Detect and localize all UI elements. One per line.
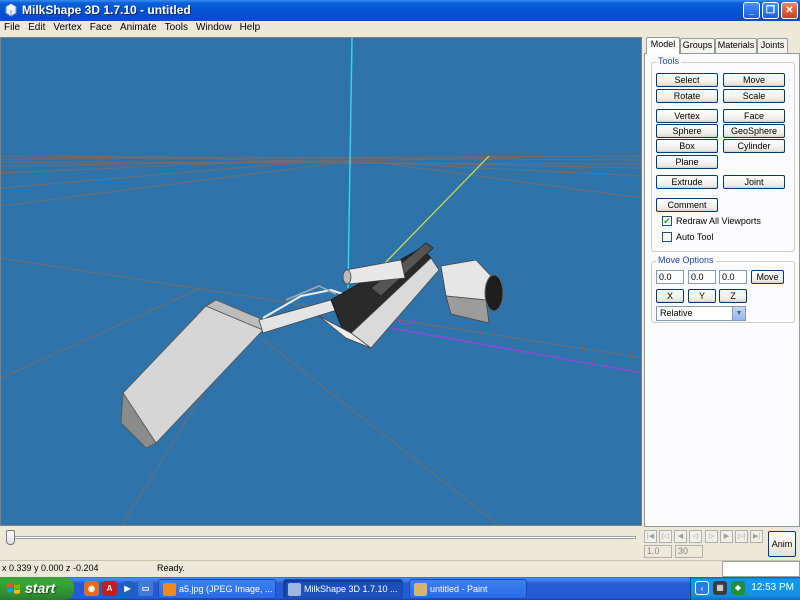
milkshape-app-icon [5,3,17,17]
move-z-input[interactable]: 0.0 [719,270,747,284]
tab-materials[interactable]: Materials [715,38,757,53]
tab-joints[interactable]: Joints [757,38,788,53]
face-button[interactable]: Face [723,109,785,123]
media-player-icon[interactable]: ▶ [120,581,135,596]
cursor-coordinates: x 0.339 y 0.000 z -0.204 [2,563,99,573]
task-label: MilkShape 3D 1.7.10 ... [304,584,398,594]
firefox-task-icon [163,583,176,596]
menu-face[interactable]: Face [86,21,116,33]
crossbow-model[interactable] [120,242,504,449]
rotate-button[interactable]: Rotate [656,89,718,103]
redraw-all-checkbox[interactable]: ✔ [662,216,672,226]
model-tab-body: Tools Select Move Rotate Scale Vertex Fa… [644,53,800,527]
next-frame-button[interactable]: ▷ [705,530,718,543]
axis-y-button[interactable]: Y [688,289,716,303]
timeline-slider-thumb[interactable] [6,530,15,545]
task-milkshape[interactable]: MilkShape 3D 1.7.10 ... [283,579,403,599]
close-button[interactable]: ✕ [781,2,798,19]
show-desktop-icon[interactable]: ▭ [138,581,153,596]
plane-button[interactable]: Plane [656,155,718,169]
axis-z-button[interactable]: Z [719,289,747,303]
move-options-legend: Move Options [656,255,716,265]
task-label: a5.jpg (JPEG Image, ... [179,584,273,594]
cylinder-button[interactable]: Cylinder [723,139,785,153]
status-bar: x 0.339 y 0.000 z -0.204 Ready. [0,560,800,577]
title-bar: MilkShape 3D 1.7.10 - untitled _ ❐ ✕ [0,0,800,21]
total-frames-field[interactable]: 30 [675,545,703,558]
viewport-scene [1,38,641,525]
move-mode-value: Relative [660,308,693,318]
move-tool-button[interactable]: Move [723,73,785,87]
menu-edit[interactable]: Edit [24,21,49,33]
geosphere-button[interactable]: GeoSphere [723,124,785,138]
minimize-button[interactable]: _ [743,2,760,19]
menu-help[interactable]: Help [236,21,265,33]
last-frame-button[interactable]: ▶| [750,530,763,543]
tools-legend: Tools [656,56,682,66]
timeline-slider-track[interactable] [8,536,636,539]
extrude-button[interactable]: Extrude [656,175,718,189]
panel-tabs: Model Groups Materials Joints [644,37,800,54]
prev-key-button[interactable]: |◁ [659,530,672,543]
box-button[interactable]: Box [656,139,718,153]
status-box [722,561,800,577]
aim-icon[interactable]: A [102,581,117,596]
move-x-input[interactable]: 0.0 [656,270,684,284]
sphere-button[interactable]: Sphere [656,124,718,138]
menu-tools[interactable]: Tools [161,21,192,33]
move-options-group: Move Options 0.0 0.0 0.0 Move X Y Z Rela… [651,255,795,323]
model-panel: Model Groups Materials Joints Tools Sele… [644,37,800,527]
status-text: Ready. [157,563,185,573]
tools-group: Tools Select Move Rotate Scale Vertex Fa… [651,56,795,252]
paint-task-icon [414,583,427,596]
clock: 12:53 PM [751,582,794,593]
axis-x-button[interactable]: X [656,289,684,303]
prev-frame-button[interactable]: ◁ [689,530,702,543]
window-title: MilkShape 3D 1.7.10 - untitled [22,3,191,17]
menu-vertex[interactable]: Vertex [49,21,85,33]
firefox-icon[interactable]: ◉ [84,581,99,596]
move-apply-button[interactable]: Move [751,270,784,284]
vertex-button[interactable]: Vertex [656,109,718,123]
menu-file[interactable]: File [0,21,24,33]
task-paint[interactable]: untitled - Paint [409,579,527,599]
play-button[interactable]: ▶ [720,530,733,543]
windows-taskbar: start ◉ A ▶ ▭ a5.jpg (JPEG Image, ... Mi… [0,577,800,600]
animation-timeline: |◀ |◁ ◀ ◁ ▷ ▶ ▷| ▶| 1.0 30 Anim [0,527,800,559]
anim-button[interactable]: Anim [768,531,796,557]
next-key-button[interactable]: ▷| [735,530,748,543]
z-axis-line [390,327,641,374]
comment-button[interactable]: Comment [656,198,718,212]
security-icon[interactable]: ◆ [731,581,745,595]
current-frame-field[interactable]: 1.0 [644,545,672,558]
scale-button[interactable]: Scale [723,89,785,103]
3d-viewport[interactable] [0,37,642,526]
menu-window[interactable]: Window [192,21,236,33]
task-jpeg-image[interactable]: a5.jpg (JPEG Image, ... [158,579,276,599]
start-label: start [25,580,56,596]
windows-flag-icon [7,583,20,594]
task-label: untitled - Paint [430,584,488,594]
move-y-input[interactable]: 0.0 [688,270,716,284]
tray-arrow-icon[interactable]: ‹ [695,581,709,595]
first-frame-button[interactable]: |◀ [644,530,657,543]
redraw-all-label: Redraw All Viewports [676,216,761,226]
restore-button[interactable]: ❐ [762,2,779,19]
tab-groups[interactable]: Groups [680,38,715,53]
menu-bar: File Edit Vertex Face Animate Tools Window Help [0,21,800,36]
start-button[interactable]: start [0,577,74,600]
auto-tool-label: Auto Tool [676,232,714,242]
chevron-down-icon[interactable]: ▼ [732,307,745,320]
system-tray: ‹ ▦ ◆ 12:53 PM [690,577,800,600]
menu-animate[interactable]: Animate [116,21,161,33]
play-back-button[interactable]: ◀ [674,530,687,543]
milkshape-task-icon [288,583,301,596]
auto-tool-checkbox[interactable] [662,232,672,242]
select-button[interactable]: Select [656,73,718,87]
network-icon[interactable]: ▦ [713,581,727,595]
joint-button[interactable]: Joint [723,175,785,189]
tab-model[interactable]: Model [646,37,680,54]
move-mode-select[interactable]: Relative ▼ [656,306,746,321]
